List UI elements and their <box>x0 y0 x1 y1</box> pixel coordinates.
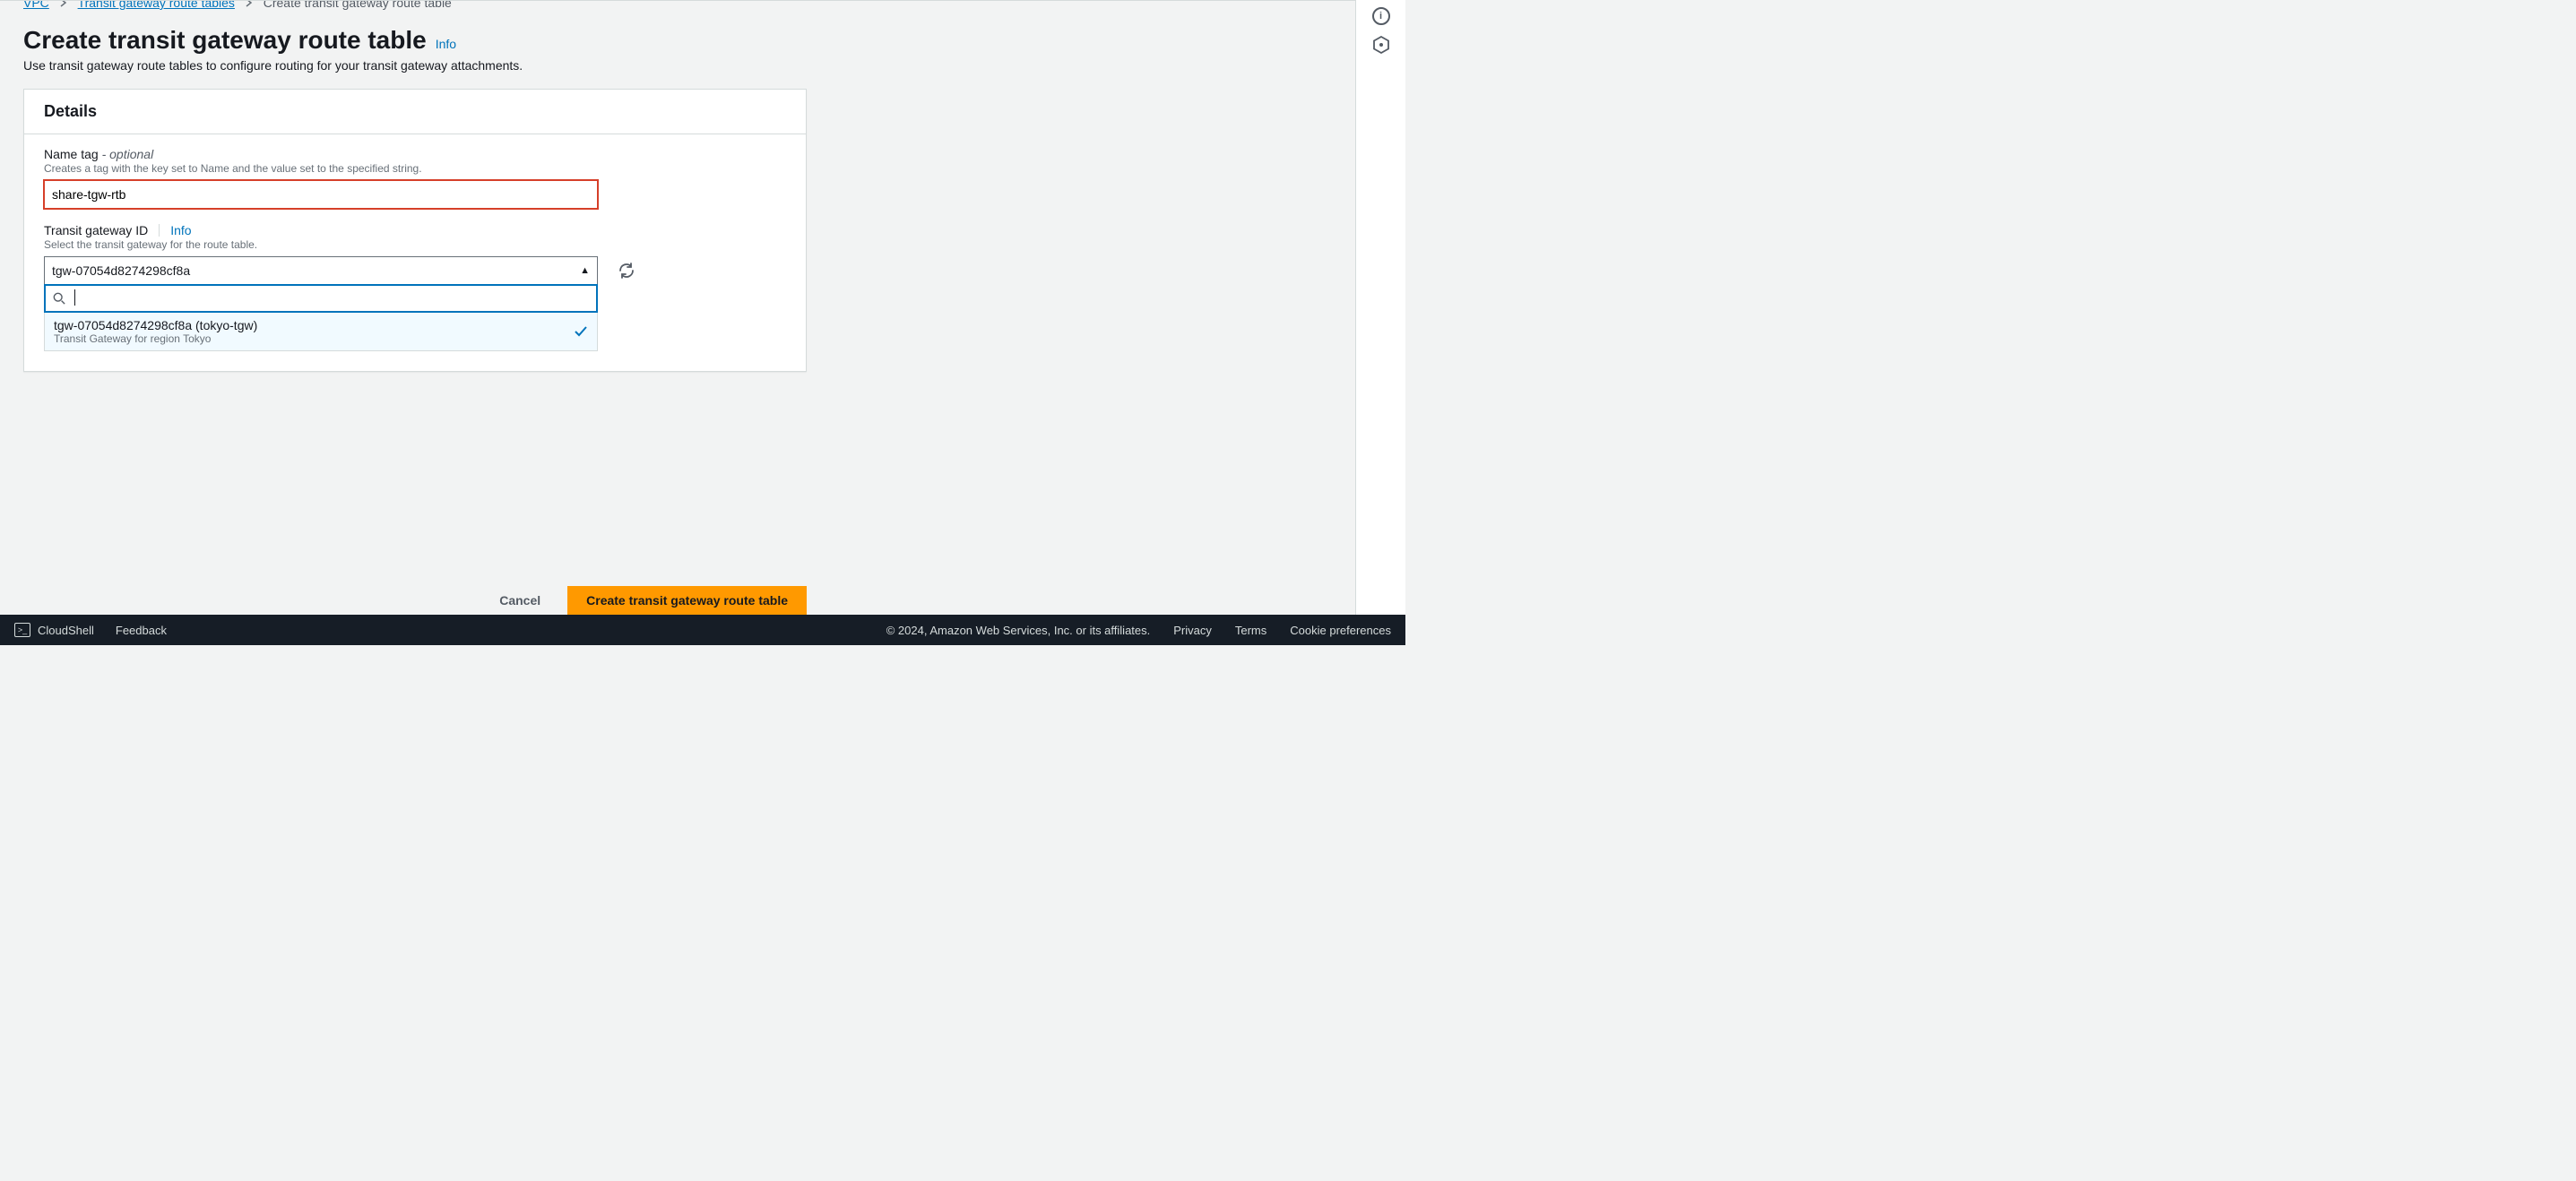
tag-key-input[interactable] <box>44 458 313 487</box>
copyright-text: © 2024, Amazon Web Services, Inc. or its… <box>886 624 1151 637</box>
feedback-link[interactable]: Feedback <box>116 624 167 637</box>
tgw-dropdown: tgw-07054d8274298cf8a (tokyo-tgw) Transi… <box>44 284 598 351</box>
details-header: Details <box>24 90 806 134</box>
tgw-selected-value: tgw-07054d8274298cf8a <box>52 263 190 278</box>
tgw-select[interactable]: tgw-07054d8274298cf8a ▲ <box>44 256 598 285</box>
add-tag-button[interactable]: Add new tag <box>44 499 152 528</box>
name-tag-optional: - optional <box>102 147 154 161</box>
page-description: Use transit gateway route tables to conf… <box>23 58 1332 73</box>
breadcrumb-sep <box>60 0 71 10</box>
details-panel: Details Name tag - optional Creates a ta… <box>23 89 807 372</box>
settings-hex-icon[interactable] <box>1372 36 1390 54</box>
name-tag-hint: Creates a tag with the key set to Name a… <box>44 162 786 175</box>
text-cursor <box>74 289 75 306</box>
cloudshell-label: CloudShell <box>38 624 94 637</box>
option-primary: tgw-07054d8274298cf8a (tokyo-tgw) <box>54 318 257 332</box>
tag-value-label: Value - optional <box>329 438 598 453</box>
option-secondary: Transit Gateway for region Tokyo <box>54 332 257 345</box>
tag-row: Key Value <box>44 438 786 487</box>
tags-panel: A tag is a label that you assign to an A… <box>23 349 807 568</box>
clear-icon[interactable] <box>293 464 306 477</box>
tgw-search-input[interactable] <box>73 291 589 306</box>
cookie-preferences-link[interactable]: Cookie preferences <box>1290 624 1391 637</box>
breadcrumb: VPC Transit gateway route tables Create … <box>23 0 1332 10</box>
remove-tag-button[interactable]: Remove <box>614 458 696 487</box>
cancel-button[interactable]: Cancel <box>481 586 558 615</box>
breadcrumb-route-tables[interactable]: Transit gateway route tables <box>78 0 235 10</box>
page-info-link[interactable]: Info <box>436 37 456 51</box>
clear-icon[interactable] <box>578 464 591 477</box>
tag-limit-text: You can add up to 49 more tags. <box>44 535 786 547</box>
tags-description: A tag is a label that you assign to an A… <box>44 391 786 438</box>
search-icon <box>336 465 349 478</box>
check-icon <box>574 324 588 339</box>
privacy-link[interactable]: Privacy <box>1173 624 1212 637</box>
tgw-id-hint: Select the transit gateway for the route… <box>44 238 786 251</box>
form-actions: Cancel Create transit gateway route tabl… <box>23 586 807 615</box>
page-title: Create transit gateway route table Info <box>23 26 1332 55</box>
details-heading: Details <box>44 102 786 121</box>
breadcrumb-vpc[interactable]: VPC <box>23 0 49 10</box>
divider <box>159 224 160 237</box>
tag-value-label-text: Value <box>329 438 360 453</box>
terms-link[interactable]: Terms <box>1235 624 1266 637</box>
search-icon <box>51 465 64 478</box>
name-tag-label-text: Name tag <box>44 147 99 161</box>
tgw-info-link[interactable]: Info <box>170 223 191 237</box>
cloudshell-icon: >_ <box>14 623 30 637</box>
tgw-dropdown-option[interactable]: tgw-07054d8274298cf8a (tokyo-tgw) Transi… <box>44 313 598 351</box>
tag-value-input[interactable] <box>329 458 598 487</box>
search-icon <box>53 292 65 305</box>
cloudshell-button[interactable]: >_ CloudShell <box>14 623 94 637</box>
right-toolbar: i <box>1355 0 1405 615</box>
breadcrumb-current: Create transit gateway route table <box>264 0 452 10</box>
info-icon[interactable]: i <box>1372 7 1390 25</box>
breadcrumb-sep <box>246 0 256 10</box>
page-title-text: Create transit gateway route table <box>23 26 427 55</box>
name-tag-label: Name tag - optional <box>44 147 786 161</box>
tag-key-label: Key <box>44 438 313 453</box>
caret-up-icon: ▲ <box>580 265 590 276</box>
tgw-dropdown-search[interactable] <box>44 284 598 313</box>
refresh-icon[interactable] <box>618 262 635 280</box>
footer: >_ CloudShell Feedback © 2024, Amazon We… <box>0 615 1405 645</box>
create-button[interactable]: Create transit gateway route table <box>567 586 807 615</box>
name-tag-input[interactable] <box>44 180 598 209</box>
tgw-id-label: Transit gateway ID <box>44 223 148 237</box>
tag-value-optional: - optional <box>364 438 416 453</box>
